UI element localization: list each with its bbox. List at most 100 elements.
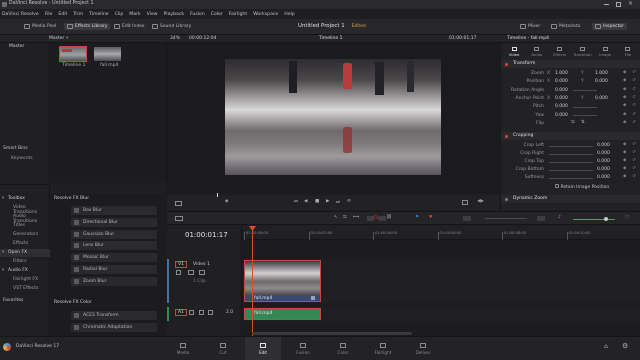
toolbox-item[interactable]: ▾ Toolbox bbox=[0, 195, 50, 203]
zoom-level[interactable]: 34% bbox=[170, 36, 180, 41]
keyframe-icon[interactable]: ◆ bbox=[623, 78, 626, 83]
fx-item[interactable]: Box Blur bbox=[71, 206, 157, 215]
transform-enable-toggle[interactable] bbox=[505, 62, 508, 66]
cropping-enable-toggle[interactable] bbox=[505, 134, 508, 138]
solo-icon[interactable] bbox=[199, 310, 204, 315]
mixer-button[interactable]: Mixer bbox=[520, 24, 540, 29]
toolbox-item[interactable]: ▾ Audio FX bbox=[0, 267, 50, 275]
chevron-down-icon[interactable]: ▾ bbox=[66, 36, 68, 41]
toolbox-item[interactable]: VST Effects bbox=[0, 285, 50, 293]
inspector-button[interactable]: Inspector bbox=[592, 23, 627, 30]
reset-icon[interactable]: ↺ bbox=[632, 150, 636, 155]
page-tab-cut[interactable]: Cut bbox=[205, 337, 241, 360]
reset-icon[interactable]: ↺ bbox=[632, 95, 636, 100]
keyframe-icon[interactable]: ◆ bbox=[623, 158, 626, 163]
go-to-end-icon[interactable]: ⏭ bbox=[336, 199, 340, 205]
fx-item[interactable]: Lens Blur bbox=[71, 241, 157, 251]
dynamic-zoom-enable-toggle[interactable] bbox=[505, 197, 508, 201]
value-field[interactable]: 0.000 bbox=[597, 159, 610, 164]
menu-item-workspace[interactable]: Workspace bbox=[253, 12, 278, 17]
keyframe-icon[interactable]: ◆ bbox=[623, 103, 626, 108]
keyframe-icon[interactable]: ◆ bbox=[623, 70, 626, 75]
keyframe-icon[interactable]: ◆ bbox=[623, 150, 626, 155]
toolbox-item[interactable]: Generators bbox=[0, 231, 50, 239]
video-enable-icon[interactable] bbox=[188, 270, 194, 275]
menu-item-view[interactable]: View bbox=[147, 12, 158, 17]
keyframe-icon[interactable]: ◆ bbox=[623, 112, 626, 117]
tab-file[interactable]: File bbox=[617, 46, 639, 57]
reset-icon[interactable]: ↺ bbox=[632, 174, 636, 179]
volume-knob[interactable] bbox=[604, 217, 608, 221]
reset-icon[interactable]: ↺ bbox=[632, 112, 636, 117]
page-tab-fairlight[interactable]: Fairlight bbox=[365, 337, 401, 360]
flip-horizontal-icon[interactable]: ⇆ bbox=[571, 120, 575, 125]
value-field[interactable]: 1.000 bbox=[555, 71, 568, 76]
timeline-name[interactable]: Timeline 1 bbox=[319, 36, 342, 41]
tab-transition[interactable]: Transition bbox=[571, 46, 593, 57]
reverse-icon[interactable]: ◀ bbox=[304, 199, 307, 204]
sound-library-button[interactable]: Sound Library bbox=[152, 24, 191, 29]
snapping-icon[interactable]: ⤼ bbox=[373, 214, 379, 222]
retain-image-position[interactable]: Retain Image Position bbox=[555, 184, 609, 190]
track-id-v1[interactable]: V1 bbox=[175, 261, 187, 268]
toolbox-item[interactable]: Fairlight FX bbox=[0, 276, 50, 284]
keyframe-icon[interactable]: ◆ bbox=[623, 166, 626, 171]
trim-mode-icon[interactable]: ⇆ bbox=[343, 215, 347, 220]
value-slider[interactable] bbox=[549, 145, 593, 147]
dim-icon[interactable]: ◌ bbox=[625, 215, 629, 220]
close-button[interactable]: ✕ bbox=[628, 0, 633, 7]
mute-icon[interactable]: ♪ bbox=[558, 215, 561, 220]
clip-thumbnail-timeline[interactable] bbox=[59, 46, 87, 62]
page-tab-deliver[interactable]: Deliver bbox=[405, 337, 441, 360]
timeline-scrollbar[interactable] bbox=[252, 332, 412, 335]
value-field[interactable]: 1.000 bbox=[595, 71, 608, 76]
fx-item[interactable]: ACES Transform bbox=[71, 311, 157, 320]
menu-item-color[interactable]: Color bbox=[211, 12, 223, 17]
minimize-button[interactable] bbox=[604, 4, 609, 5]
gear-icon[interactable]: ⚙ bbox=[622, 342, 628, 350]
menu-item-fusion[interactable]: Fusion bbox=[190, 12, 205, 17]
dynamic-zoom-header[interactable]: Dynamic Zoom bbox=[501, 195, 640, 203]
tab-effects[interactable]: Effects bbox=[549, 46, 571, 57]
layout-icon[interactable] bbox=[175, 216, 183, 221]
keyframe-icon[interactable]: ◆ bbox=[623, 142, 626, 147]
toolbox-item[interactable]: Filters bbox=[0, 258, 50, 266]
effects-library-button[interactable]: Effects Library bbox=[64, 23, 111, 30]
value-field[interactable]: 0.000 bbox=[595, 79, 608, 84]
tab-image[interactable]: Image bbox=[594, 46, 616, 57]
page-tab-media[interactable]: Media bbox=[165, 337, 201, 360]
playhead[interactable] bbox=[252, 226, 253, 336]
fx-item[interactable]: Gaussian Blur bbox=[71, 229, 157, 239]
flag-icon[interactable]: ⚑ bbox=[415, 215, 419, 220]
cropping-header[interactable]: Cropping bbox=[501, 132, 640, 140]
toolbox-item[interactable]: Effects bbox=[0, 240, 50, 248]
playhead-marker[interactable] bbox=[217, 193, 218, 197]
link-icon[interactable]: ⛓ bbox=[386, 215, 392, 220]
zoom-in-icon[interactable] bbox=[537, 216, 545, 221]
fx-item[interactable]: Directional Blur bbox=[71, 217, 157, 227]
reset-icon[interactable]: ↺ bbox=[632, 70, 636, 75]
reset-icon[interactable]: ↺ bbox=[632, 158, 636, 163]
auto-select-icon[interactable] bbox=[199, 270, 205, 275]
menu-item-trim[interactable]: Trim bbox=[73, 12, 83, 17]
menu-item-edit[interactable]: Edit bbox=[58, 12, 67, 17]
value-field[interactable]: 0.000 bbox=[597, 175, 610, 180]
stop-icon[interactable]: ■ bbox=[315, 199, 319, 204]
toolbox-item[interactable]: Audio Transitions bbox=[0, 213, 50, 224]
video-clip[interactable]: fall.mp4 bbox=[244, 260, 321, 302]
metadata-button[interactable]: Metadata bbox=[551, 24, 580, 29]
reset-icon[interactable]: ↺ bbox=[632, 166, 636, 171]
toolbox-item[interactable]: Video Transitions bbox=[0, 204, 50, 215]
page-tab-fusion[interactable]: Fusion bbox=[285, 337, 321, 360]
overwrite-clip-icon[interactable] bbox=[379, 216, 386, 221]
track-id-a1[interactable]: A1 bbox=[175, 309, 187, 316]
menu-item-help[interactable]: Help bbox=[284, 12, 294, 17]
keyframe-icon[interactable]: ◆ bbox=[623, 95, 626, 100]
match-frame-icon[interactable] bbox=[462, 200, 468, 205]
reset-icon[interactable]: ↺ bbox=[632, 120, 636, 125]
in-point-icon[interactable]: ◆ bbox=[225, 199, 228, 204]
out-point-icon[interactable]: ◀▶ bbox=[477, 199, 484, 204]
menu-item-mark[interactable]: Mark bbox=[129, 12, 140, 17]
value-field[interactable]: 0.000 bbox=[597, 143, 610, 148]
value-slider[interactable] bbox=[549, 153, 593, 155]
